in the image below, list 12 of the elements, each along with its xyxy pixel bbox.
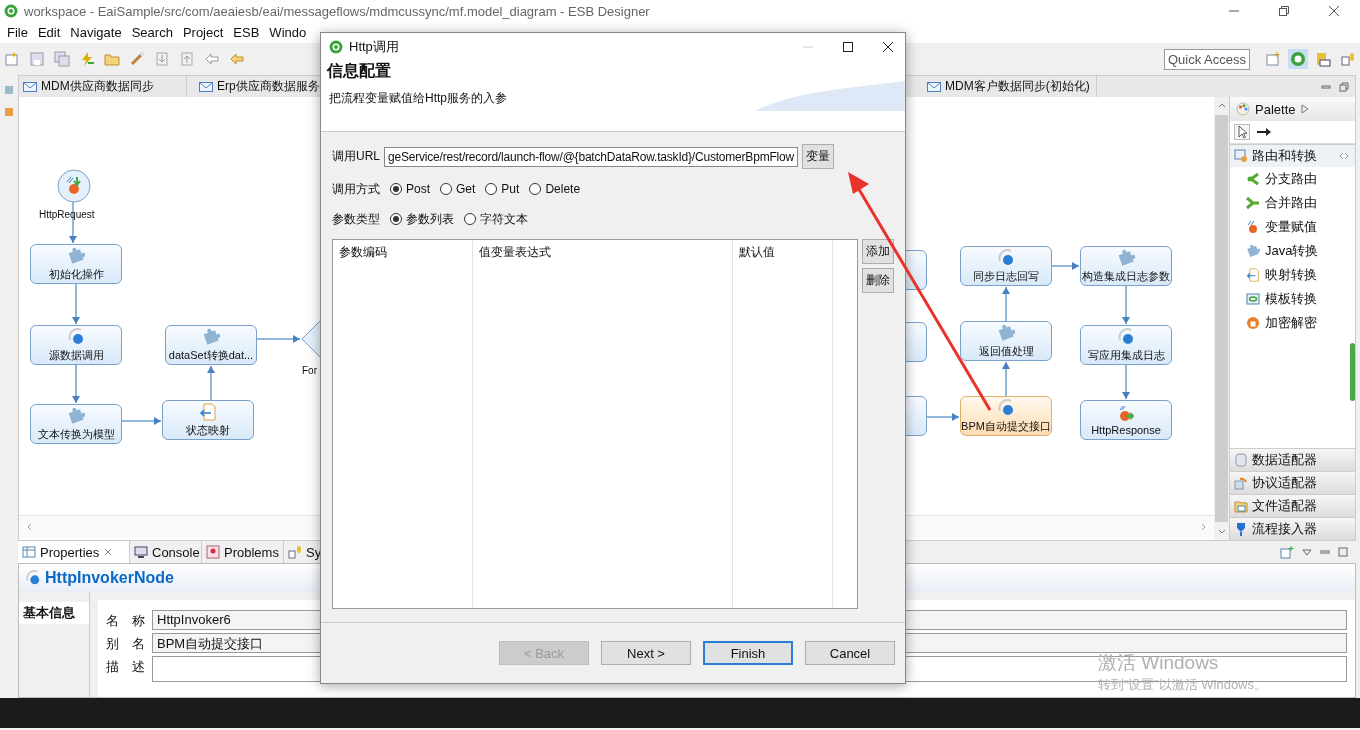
window-title: workspace - EaiSample/src/com/aeaiesb/eai/messageflows/mdmcussync/mf.model_diagram - ESB Designer bbox=[24, 3, 650, 19]
node-label: For bbox=[302, 365, 317, 376]
field-label: 别 名 bbox=[106, 635, 146, 653]
properties-title: HttpInvokerNode bbox=[45, 569, 174, 587]
activation-title: 激活 Windows bbox=[1098, 651, 1220, 675]
field-label: 描 述 bbox=[106, 658, 146, 676]
method-label: 调用方式 bbox=[332, 180, 380, 198]
url-label: 调用URL bbox=[332, 148, 380, 165]
field-label: 名 称 bbox=[106, 612, 146, 630]
dialog-title: Http调用 bbox=[349, 38, 399, 56]
node-label: HttpRequest bbox=[39, 209, 95, 220]
param-type-label: 参数类型 bbox=[332, 210, 380, 228]
